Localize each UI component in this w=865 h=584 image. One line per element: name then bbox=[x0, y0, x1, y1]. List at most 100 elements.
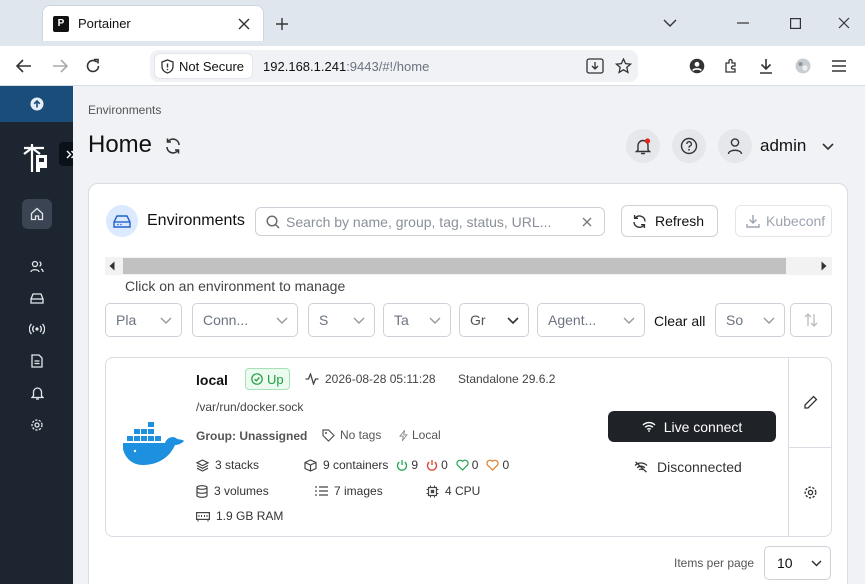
upgrade-banner[interactable] bbox=[0, 86, 73, 122]
volumes-stat: 3 volumes bbox=[196, 484, 269, 498]
address-bar[interactable]: Not Secure 192.168.1.241:9443/#!/home bbox=[150, 50, 638, 82]
extensions-icon[interactable] bbox=[719, 54, 743, 78]
running-count: 9 bbox=[411, 458, 419, 472]
clear-all-filters[interactable]: Clear all bbox=[654, 313, 705, 329]
unhealthy-stat: 0 bbox=[486, 458, 509, 472]
items-per-page-select[interactable]: 10 bbox=[764, 546, 831, 580]
back-arrow-icon[interactable] bbox=[12, 54, 36, 78]
scroll-left-icon[interactable] bbox=[109, 261, 115, 271]
connection-filter[interactable]: Conn... bbox=[192, 303, 298, 337]
site-security-indicator[interactable]: Not Secure bbox=[154, 53, 254, 79]
bell-icon bbox=[30, 386, 44, 400]
browser-essentials-icon[interactable] bbox=[791, 54, 815, 78]
sidebar-item-notifications[interactable] bbox=[22, 378, 52, 408]
last-heartbeat: 2026-08-28 05:11:28 bbox=[305, 372, 436, 386]
star-bookmark-icon[interactable] bbox=[611, 54, 635, 78]
notifications-button[interactable] bbox=[626, 129, 660, 163]
environment-group: Group: Unassigned bbox=[196, 429, 308, 443]
manage-hint: Click on an environment to manage bbox=[125, 278, 346, 294]
sort-order-button[interactable] bbox=[790, 303, 832, 337]
edit-environment-button[interactable] bbox=[800, 392, 820, 412]
chevron-down-icon bbox=[623, 317, 635, 324]
refresh-page-icon[interactable] bbox=[164, 137, 182, 155]
environments-drive-icon bbox=[30, 292, 44, 304]
reload-icon[interactable] bbox=[81, 54, 105, 78]
search-input[interactable] bbox=[286, 213, 576, 230]
security-label: Not Secure bbox=[179, 58, 245, 74]
url-text[interactable]: 192.168.1.241:9443/#!/home bbox=[263, 59, 429, 74]
tags-filter[interactable]: Ta bbox=[383, 303, 451, 337]
refresh-button[interactable]: Refresh bbox=[621, 205, 718, 237]
help-circle-icon bbox=[680, 137, 698, 155]
status-filter[interactable]: S bbox=[308, 303, 375, 337]
wifi-icon bbox=[642, 421, 664, 432]
chevron-down-icon bbox=[353, 317, 365, 324]
heart-unhealthy-icon bbox=[486, 459, 502, 471]
environment-settings-button[interactable] bbox=[800, 482, 820, 502]
sort-arrows-icon bbox=[803, 312, 819, 328]
activity-icon bbox=[305, 373, 325, 385]
portainer-logo-icon[interactable] bbox=[22, 142, 52, 174]
environment-locality: Local bbox=[399, 428, 441, 442]
shield-warning-icon bbox=[161, 58, 179, 74]
healthy-count: 0 bbox=[471, 458, 479, 472]
install-app-icon[interactable] bbox=[583, 54, 607, 78]
pencil-icon bbox=[803, 395, 818, 410]
environments-heading: Environments bbox=[147, 212, 245, 229]
gear-icon bbox=[803, 485, 818, 500]
lightning-icon bbox=[399, 429, 412, 441]
sidebar-item-settings[interactable] bbox=[22, 410, 52, 440]
images-stat: 7 images bbox=[315, 484, 383, 498]
minimize-button[interactable] bbox=[733, 13, 753, 33]
menu-icon[interactable] bbox=[827, 54, 851, 78]
upgrade-arrow-icon bbox=[30, 97, 44, 111]
kubeconfig-label: Kubeconf bbox=[766, 213, 826, 229]
database-icon bbox=[196, 484, 214, 498]
sidebar-item-home[interactable] bbox=[22, 199, 52, 229]
browser-tab[interactable]: P Portainer bbox=[42, 5, 264, 41]
tab-list-chevron-icon[interactable] bbox=[660, 13, 680, 33]
sidebar-item-logs[interactable] bbox=[22, 346, 52, 376]
tags-label: No tags bbox=[340, 428, 382, 442]
url-path: :9443/#!/home bbox=[346, 58, 430, 74]
scrollbar-thumb[interactable] bbox=[123, 258, 786, 274]
breadcrumb[interactable]: Environments bbox=[88, 103, 161, 117]
search-icon bbox=[266, 214, 280, 229]
url-host: 192.168.1.241 bbox=[263, 58, 347, 74]
environment-search[interactable] bbox=[255, 207, 605, 236]
sidebar-item-edge[interactable] bbox=[22, 314, 52, 344]
agent-version-filter[interactable]: Agent... bbox=[537, 303, 645, 337]
help-button[interactable] bbox=[672, 129, 706, 163]
containers-stat: 9 containers 9 0 0 0 bbox=[304, 458, 509, 472]
scroll-right-icon[interactable] bbox=[821, 261, 827, 271]
sidebar-item-users[interactable] bbox=[22, 251, 52, 281]
clear-search-icon[interactable] bbox=[582, 217, 592, 227]
agent-filter-label: Agent... bbox=[548, 312, 597, 328]
maximize-button[interactable] bbox=[785, 13, 805, 33]
live-connect-button[interactable]: Live connect bbox=[608, 411, 776, 442]
platform-filter[interactable]: Pla bbox=[105, 303, 182, 337]
memory-icon bbox=[196, 511, 216, 522]
groups-filter[interactable]: Gr bbox=[459, 303, 529, 337]
items-per-page-label: Items per page bbox=[674, 556, 755, 570]
close-icon[interactable] bbox=[235, 15, 253, 33]
profile-icon[interactable] bbox=[685, 54, 709, 78]
chevron-down-icon bbox=[822, 142, 834, 150]
bell-icon bbox=[635, 137, 651, 155]
chevron-down-icon bbox=[160, 317, 172, 324]
environment-type-version: Standalone 29.6.2 bbox=[458, 372, 556, 386]
sidebar-item-environments[interactable] bbox=[22, 283, 52, 313]
close-window-button[interactable] bbox=[834, 13, 854, 33]
forward-arrow-icon[interactable] bbox=[48, 54, 72, 78]
kubeconfig-button[interactable]: Kubeconf bbox=[735, 205, 832, 237]
connection-status-label: Disconnected bbox=[657, 459, 742, 475]
user-menu[interactable]: admin bbox=[718, 129, 834, 163]
sort-by-select[interactable]: So bbox=[715, 303, 785, 337]
connection-status: Disconnected bbox=[634, 459, 742, 475]
new-tab-button[interactable] bbox=[272, 14, 292, 34]
users-icon bbox=[30, 260, 44, 273]
gear-icon bbox=[30, 418, 44, 432]
heartbeat-time: 2026-08-28 05:11:28 bbox=[325, 372, 436, 386]
downloads-icon[interactable] bbox=[754, 54, 778, 78]
horizontal-scrollbar[interactable] bbox=[105, 257, 832, 275]
